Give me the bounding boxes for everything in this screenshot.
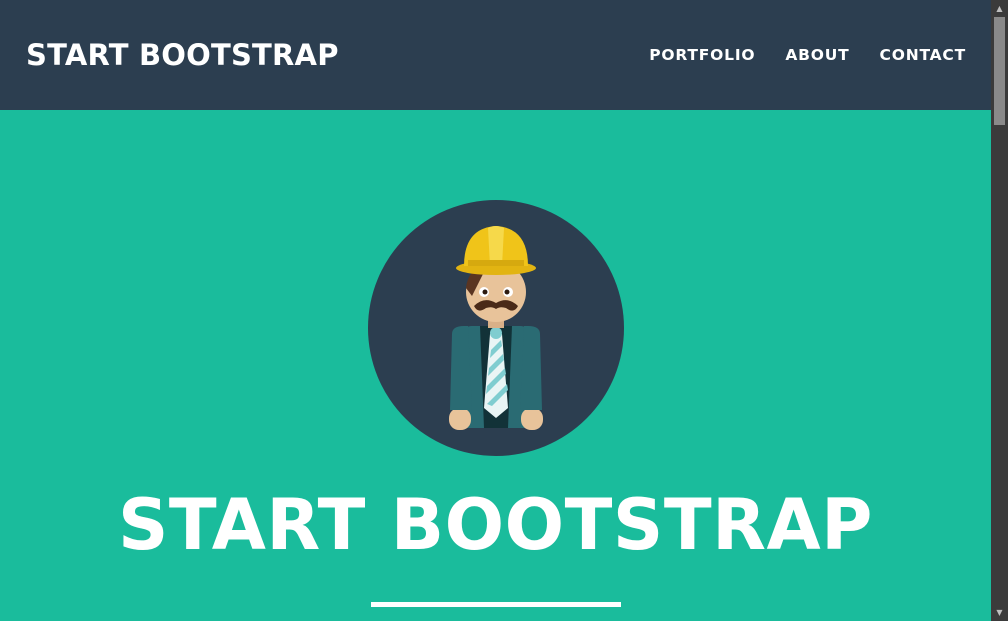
scroll-up-arrow-icon[interactable]: ▲ xyxy=(991,0,1008,17)
scroll-thumb[interactable] xyxy=(994,17,1005,125)
nav-link-portfolio[interactable]: PORTFOLIO xyxy=(634,46,770,64)
avatar-icon xyxy=(368,200,624,456)
page-scrollbar[interactable]: ▲ ▼ xyxy=(991,0,1008,621)
nav-links: PORTFOLIO ABOUT CONTACT xyxy=(634,46,966,64)
nav-link-contact[interactable]: CONTACT xyxy=(865,46,966,64)
masthead: START BOOTSTRAP xyxy=(0,110,991,621)
title-divider xyxy=(371,602,621,607)
scroll-down-arrow-icon[interactable]: ▼ xyxy=(991,604,1008,621)
masthead-title: START BOOTSTRAP xyxy=(118,484,873,566)
brand-link[interactable]: START BOOTSTRAP xyxy=(26,40,339,70)
nav-link-about[interactable]: ABOUT xyxy=(770,46,864,64)
navbar: START BOOTSTRAP PORTFOLIO ABOUT CONTACT xyxy=(0,0,991,110)
